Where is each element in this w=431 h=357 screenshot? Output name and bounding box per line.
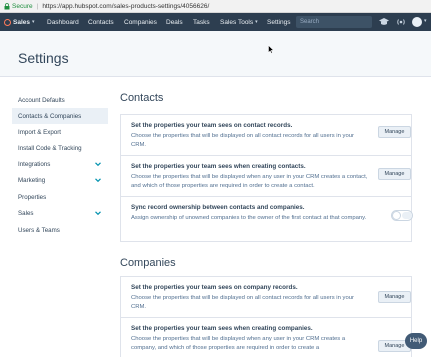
nav-item-settings[interactable]: Settings	[267, 13, 291, 31]
chevron-down-icon: ▾	[32, 19, 35, 25]
sync-ownership-toggle[interactable]	[391, 210, 413, 221]
row-description: Choose the properties that will be displ…	[131, 295, 354, 310]
settings-row: Set the properties your team sees on con…	[121, 115, 411, 156]
settings-sidebar: Account Defaults Contacts & Companies Im…	[0, 77, 112, 357]
settings-row: Set the properties your team sees when c…	[121, 156, 411, 197]
sidebar-item-integrations[interactable]: Integrations	[12, 156, 108, 172]
sidebar-item-import-export[interactable]: Import & Export	[12, 124, 108, 140]
chevron-down-icon: ▾	[255, 19, 258, 25]
sidebar-item-label: Marketing	[18, 176, 46, 184]
mouse-cursor-icon	[268, 45, 274, 54]
secure-label: Secure	[12, 2, 33, 10]
row-title: Set the properties your team sees on con…	[131, 122, 293, 129]
nav-item-tasks[interactable]: Tasks	[193, 13, 210, 31]
sidebar-item-label: Install Code & Tracking	[18, 144, 82, 152]
help-button[interactable]: Help	[405, 333, 427, 349]
section-title-contacts: Contacts	[120, 92, 164, 104]
sidebar-item-sales[interactable]: Sales	[12, 205, 108, 221]
sidebar-item-label: Integrations	[18, 160, 51, 168]
nav-item-dashboard[interactable]: Dashboard	[47, 13, 79, 31]
settings-content: Contacts Set the properties your team se…	[112, 77, 431, 357]
hubspot-logo-icon	[4, 18, 11, 26]
sidebar-item-label: Contacts & Companies	[18, 112, 82, 120]
sidebar-item-users-teams[interactable]: Users & Teams	[12, 222, 108, 238]
row-title: Set the properties your team sees when c…	[131, 325, 313, 332]
separator: |	[36, 2, 39, 10]
companies-settings-card: Set the properties your team sees on com…	[120, 276, 412, 357]
top-nav: Sales ▾ Dashboard Contacts Companies Dea…	[0, 13, 431, 31]
brand-label: Sales	[13, 18, 30, 26]
chevron-down-icon	[95, 178, 101, 183]
row-description: Choose the properties that will be displ…	[131, 336, 346, 351]
chevron-down-icon: ▾	[424, 18, 427, 24]
sidebar-item-account-defaults[interactable]: Account Defaults	[12, 92, 108, 108]
sidebar-item-label: Properties	[18, 193, 47, 201]
chevron-down-icon	[95, 211, 101, 216]
chevron-down-icon	[95, 162, 101, 167]
toggle-track	[402, 212, 412, 219]
settings-row: Set the properties your team sees on com…	[121, 277, 411, 318]
contacts-settings-card: Set the properties your team sees on con…	[120, 114, 413, 242]
manage-contact-creation-properties-button[interactable]: Manage	[378, 168, 411, 180]
page-header: Settings	[0, 31, 431, 77]
manage-contact-record-properties-button[interactable]: Manage	[378, 126, 411, 138]
row-title: Sync record ownership between contacts a…	[131, 204, 305, 211]
nav-item-sales-tools-label: Sales Tools	[220, 18, 254, 26]
url-text[interactable]: https://app.hubspot.com/sales-products-s…	[42, 3, 209, 10]
manage-company-record-properties-button[interactable]: Manage	[378, 291, 411, 303]
settings-row: Set the properties your team sees when c…	[121, 318, 411, 357]
nav-item-contacts[interactable]: Contacts	[88, 13, 114, 31]
nav-item-companies[interactable]: Companies	[124, 13, 157, 31]
row-title: Set the properties your team sees when c…	[131, 163, 306, 170]
sidebar-item-label: Import & Export	[18, 128, 61, 136]
nav-item-sales-tools[interactable]: Sales Tools ▾	[220, 13, 258, 31]
row-description: Choose the properties that will be displ…	[131, 174, 368, 189]
sidebar-item-install-code[interactable]: Install Code & Tracking	[12, 140, 108, 156]
sidebar-item-label: Sales	[18, 209, 34, 217]
settings-row: Sync record ownership between contacts a…	[121, 197, 413, 241]
row-title: Set the properties your team sees on com…	[131, 284, 298, 291]
sidebar-item-label: Users & Teams	[18, 226, 60, 234]
nav-item-deals[interactable]: Deals	[166, 13, 183, 31]
avatar[interactable]	[412, 17, 422, 27]
toggle-knob	[392, 211, 401, 220]
sidebar-item-properties[interactable]: Properties	[12, 189, 108, 205]
sales-hub-menu[interactable]: Sales ▾	[0, 13, 41, 31]
row-description: Assign ownership of unowned companies to…	[131, 215, 367, 221]
row-description: Choose the properties that will be displ…	[131, 133, 354, 148]
section-title-companies: Companies	[120, 257, 176, 269]
search-input[interactable]: Search	[296, 16, 372, 28]
academy-icon[interactable]	[379, 17, 389, 27]
browser-address-bar[interactable]: Secure | https://app.hubspot.com/sales-p…	[0, 0, 431, 13]
page-title: Settings	[18, 50, 69, 66]
sidebar-item-label: Account Defaults	[18, 96, 65, 104]
lock-icon	[3, 2, 10, 10]
sidebar-item-contacts-companies[interactable]: Contacts & Companies	[12, 108, 108, 124]
sidebar-item-marketing[interactable]: Marketing	[12, 172, 108, 188]
calling-icon[interactable]	[396, 17, 406, 27]
